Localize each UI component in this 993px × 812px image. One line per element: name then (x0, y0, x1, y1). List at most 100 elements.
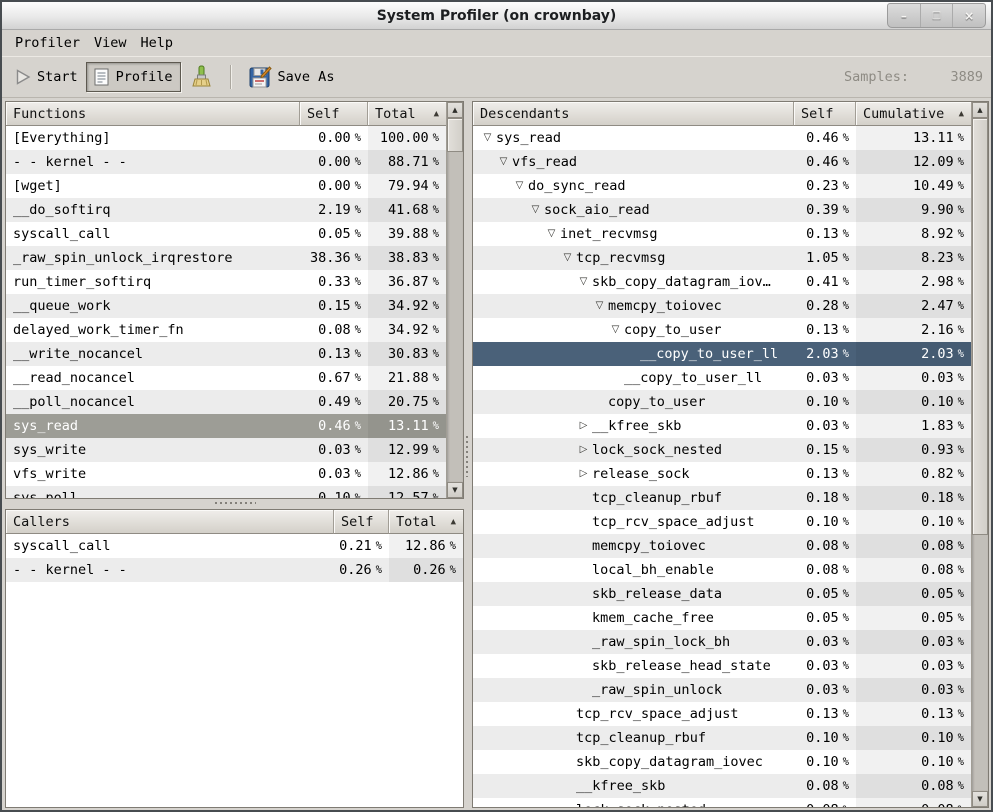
menu-item[interactable]: Help (134, 32, 181, 54)
tree-row[interactable]: skb_release_head_state 0.03% 0.03% (473, 654, 971, 678)
tree-row[interactable]: tcp_cleanup_rbuf 0.10% 0.10% (473, 726, 971, 750)
tree-row[interactable]: _raw_spin_lock_bh 0.03% 0.03% (473, 630, 971, 654)
table-row[interactable]: [Everything] 0.00% 100.00% (6, 126, 446, 150)
table-row[interactable]: syscall_call 0.21% 12.86% (6, 534, 463, 558)
tree-row[interactable]: kmem_cache_free 0.05% 0.05% (473, 606, 971, 630)
expander-icon[interactable]: ▽ (528, 198, 543, 222)
tree-row[interactable]: copy_to_user 0.10% 0.10% (473, 390, 971, 414)
tree-row[interactable]: ▷ __kfree_skb 0.03% 1.83% (473, 414, 971, 438)
tree-row[interactable]: ▽ skb_copy_datagram_iov… 0.41% 2.98% (473, 270, 971, 294)
table-row[interactable]: vfs_write 0.03% 12.86% (6, 462, 446, 486)
self-cell: 0.03% (794, 414, 856, 438)
tree-row[interactable]: ▽ vfs_read 0.46% 12.09% (473, 150, 971, 174)
tree-row[interactable]: __copy_to_user_ll 2.03% 2.03% (473, 342, 971, 366)
tree-row[interactable]: tcp_rcv_space_adjust 0.10% 0.10% (473, 510, 971, 534)
menu-item[interactable]: Profiler (8, 32, 87, 54)
samples-indicator: Samples: 3889 (844, 69, 983, 85)
tree-row[interactable]: ▷ release_sock 0.13% 0.82% (473, 462, 971, 486)
table-row[interactable]: run_timer_softirq 0.33% 36.87% (6, 270, 446, 294)
expander-icon[interactable]: ▷ (576, 438, 591, 462)
scroll-up-button[interactable]: ▲ (447, 102, 463, 118)
table-row[interactable]: sys_poll 0.10% 12.57% (6, 486, 446, 498)
expander-icon[interactable]: ▽ (480, 126, 495, 150)
expander-icon[interactable]: ▽ (544, 222, 559, 246)
tree-row[interactable]: skb_release_data 0.05% 0.05% (473, 582, 971, 606)
tree-row[interactable]: __copy_to_user_ll 0.03% 0.03% (473, 366, 971, 390)
scrollbar-trough[interactable] (447, 118, 463, 482)
expander-icon[interactable]: ▽ (512, 174, 527, 198)
tree-row[interactable]: ▽ tcp_recvmsg 1.05% 8.23% (473, 246, 971, 270)
cumulative-cell: 1.83% (856, 414, 971, 438)
scrollbar-thumb[interactable] (447, 118, 463, 152)
scrollbar-thumb[interactable] (972, 118, 988, 535)
table-row[interactable]: __do_softirq 2.19% 41.68% (6, 198, 446, 222)
minimize-button[interactable]: – (888, 4, 920, 27)
close-button[interactable]: × (952, 4, 985, 27)
self-column-header[interactable]: Self (334, 510, 389, 534)
tree-row[interactable]: ▽ sys_read 0.46% 13.11% (473, 126, 971, 150)
self-column-header[interactable]: Self (300, 102, 368, 126)
maximize-button[interactable]: □ (920, 4, 953, 27)
table-row[interactable]: _raw_spin_unlock_irqrestore 38.36% 38.83… (6, 246, 446, 270)
functions-scrollbar[interactable]: ▲ ▼ (446, 102, 463, 498)
expander-icon[interactable]: ▷ (576, 414, 591, 438)
expander-icon[interactable]: ▽ (560, 246, 575, 270)
table-row[interactable]: __read_nocancel 0.67% 21.88% (6, 366, 446, 390)
tree-row[interactable]: local_bh_enable 0.08% 0.08% (473, 558, 971, 582)
total-column-header[interactable]: Total▲ (368, 102, 446, 126)
self-cell: 0.03% (794, 678, 856, 702)
function-name-cell: [Everything] (6, 126, 300, 150)
tree-row[interactable]: ▷ lock_sock_nested 0.15% 0.93% (473, 438, 971, 462)
table-row[interactable]: - - kernel - - 0.26% 0.26% (6, 558, 463, 582)
tree-indent (480, 762, 560, 763)
callers-column-header[interactable]: Callers (6, 510, 334, 534)
descendants-scrollbar[interactable]: ▲ ▼ (971, 102, 988, 807)
tree-row[interactable]: ▽ sock_aio_read 0.39% 9.90% (473, 198, 971, 222)
tree-row[interactable]: memcpy_toiovec 0.08% 0.08% (473, 534, 971, 558)
tree-row[interactable]: ▽ copy_to_user 0.13% 2.16% (473, 318, 971, 342)
tree-row[interactable]: _raw_spin_unlock 0.03% 0.03% (473, 678, 971, 702)
horizontal-pane-divider[interactable] (5, 499, 464, 509)
vertical-pane-divider[interactable] (464, 101, 472, 808)
titlebar[interactable]: System Profiler (on crownbay) – □ × (2, 2, 991, 30)
reset-button[interactable] (181, 59, 221, 95)
tree-row[interactable]: tcp_rcv_space_adjust 0.13% 0.13% (473, 702, 971, 726)
descendants-column-header[interactable]: Descendants (473, 102, 794, 126)
tree-row[interactable]: __kfree_skb 0.08% 0.08% (473, 774, 971, 798)
menubar: ProfilerViewHelp (2, 30, 991, 56)
expander-icon[interactable]: ▽ (576, 270, 591, 294)
tree-indent (480, 714, 560, 715)
scrollbar-trough[interactable] (972, 118, 988, 791)
table-row[interactable]: - - kernel - - 0.00% 88.71% (6, 150, 446, 174)
scroll-down-button[interactable]: ▼ (972, 791, 988, 807)
cumulative-column-header[interactable]: Cumulative▲ (856, 102, 971, 126)
table-row[interactable]: __write_nocancel 0.13% 30.83% (6, 342, 446, 366)
profile-toggle-button[interactable]: Profile (86, 62, 181, 92)
tree-row[interactable]: tcp_cleanup_rbuf 0.18% 0.18% (473, 486, 971, 510)
tree-row[interactable]: ▽ inet_recvmsg 0.13% 8.92% (473, 222, 971, 246)
table-row[interactable]: __poll_nocancel 0.49% 20.75% (6, 390, 446, 414)
scroll-down-button[interactable]: ▼ (447, 482, 463, 498)
tree-row[interactable]: ▽ do_sync_read 0.23% 10.49% (473, 174, 971, 198)
self-column-header[interactable]: Self (794, 102, 856, 126)
scroll-up-button[interactable]: ▲ (972, 102, 988, 118)
table-row[interactable]: sys_write 0.03% 12.99% (6, 438, 446, 462)
caller-name-cell: syscall_call (6, 534, 334, 558)
table-row[interactable]: __queue_work 0.15% 34.92% (6, 294, 446, 318)
start-button[interactable]: Start (8, 63, 86, 91)
expander-icon[interactable]: ▽ (608, 318, 623, 342)
table-row[interactable]: delayed_work_timer_fn 0.08% 34.92% (6, 318, 446, 342)
tree-row[interactable]: lock_sock_nested 0.08% 0.08% (473, 798, 971, 807)
tree-row[interactable]: ▽ memcpy_toiovec 0.28% 2.47% (473, 294, 971, 318)
functions-column-header[interactable]: Functions (6, 102, 300, 126)
table-row[interactable]: syscall_call 0.05% 39.88% (6, 222, 446, 246)
expander-icon[interactable]: ▷ (576, 462, 591, 486)
expander-icon[interactable]: ▽ (496, 150, 511, 174)
total-column-header[interactable]: Total▲ (389, 510, 463, 534)
save-as-button[interactable]: Save As (240, 59, 343, 95)
tree-row[interactable]: skb_copy_datagram_iovec 0.10% 0.10% (473, 750, 971, 774)
expander-icon[interactable]: ▽ (592, 294, 607, 318)
table-row[interactable]: [wget] 0.00% 79.94% (6, 174, 446, 198)
table-row[interactable]: sys_read 0.46% 13.11% (6, 414, 446, 438)
menu-item[interactable]: View (87, 32, 134, 54)
